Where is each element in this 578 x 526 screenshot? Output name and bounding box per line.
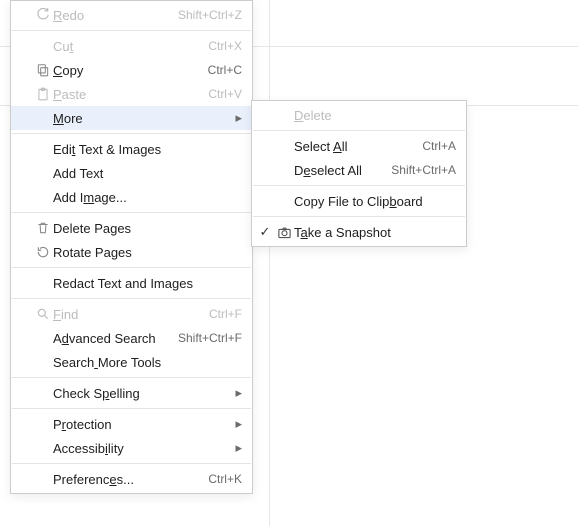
menu-item-delete[interactable]: Delete — [252, 103, 466, 127]
menu-item-label: Delete Pages — [53, 221, 242, 236]
menu-item-take-snapshot[interactable]: ✓ Take a Snapshot — [252, 220, 466, 244]
menu-item-delete-pages[interactable]: Delete Pages — [11, 216, 252, 240]
menu-item-add-image[interactable]: Add Image... — [11, 185, 252, 209]
menu-item-shortcut: Ctrl+F — [209, 307, 242, 321]
menu-item-shortcut: Ctrl+K — [208, 472, 242, 486]
menu-item-shortcut: Ctrl+V — [208, 87, 242, 101]
camera-icon — [274, 223, 294, 241]
check-icon: ✓ — [256, 224, 274, 240]
copy-icon — [33, 61, 53, 79]
menu-item-paste[interactable]: Paste Ctrl+V — [11, 82, 252, 106]
redo-icon — [33, 6, 53, 24]
menu-separator — [253, 216, 465, 217]
menu-item-find[interactable]: Find Ctrl+F — [11, 302, 252, 326]
menu-item-label: Redo — [53, 8, 178, 23]
menu-item-label: Advanced Search — [53, 331, 178, 346]
menu-item-shortcut: Shift+Ctrl+F — [178, 331, 242, 345]
menu-item-redo[interactable]: Redo Shift+Ctrl+Z — [11, 3, 252, 27]
menu-item-preferences[interactable]: Preferences... Ctrl+K — [11, 467, 252, 491]
rotate-icon — [33, 243, 53, 261]
menu-item-redact[interactable]: Redact Text and Images — [11, 271, 252, 295]
menu-item-label: Redact Text and Images — [53, 276, 242, 291]
menu-item-label: Add Image... — [53, 190, 242, 205]
menu-item-cut[interactable]: Cut Ctrl+X — [11, 34, 252, 58]
menu-separator — [12, 267, 251, 268]
menu-item-label: Protection — [53, 417, 232, 432]
trash-icon — [33, 219, 53, 237]
menu-item-deselect-all[interactable]: Deselect All Shift+Ctrl+A — [252, 158, 466, 182]
context-menu-more: Delete Select All Ctrl+A Deselect All Sh… — [251, 100, 467, 247]
paste-icon — [33, 85, 53, 103]
menu-item-rotate-pages[interactable]: Rotate Pages — [11, 240, 252, 264]
menu-item-label: Add Text — [53, 166, 242, 181]
context-menu-main: Redo Shift+Ctrl+Z Cut Ctrl+X Copy Ctrl+C… — [10, 0, 253, 494]
submenu-arrow-icon: ▸ — [232, 440, 242, 456]
menu-item-more[interactable]: More ▸ — [11, 106, 252, 130]
submenu-arrow-icon: ▸ — [232, 416, 242, 432]
submenu-arrow-icon: ▸ — [232, 110, 242, 126]
menu-item-add-text[interactable]: Add Text — [11, 161, 252, 185]
menu-item-advanced-search[interactable]: Advanced Search Shift+Ctrl+F — [11, 326, 252, 350]
menu-item-label: Delete — [294, 108, 456, 123]
menu-separator — [12, 133, 251, 134]
menu-separator — [12, 377, 251, 378]
search-icon — [33, 305, 53, 323]
menu-separator — [12, 463, 251, 464]
menu-item-check-spelling[interactable]: Check Spelling ▸ — [11, 381, 252, 405]
menu-item-shortcut: Ctrl+C — [208, 63, 242, 77]
menu-item-label: Find — [53, 307, 209, 322]
menu-item-label: Copy File to Clipboard — [294, 194, 456, 209]
menu-separator — [12, 408, 251, 409]
menu-item-label: Take a Snapshot — [294, 225, 456, 240]
menu-item-copy[interactable]: Copy Ctrl+C — [11, 58, 252, 82]
menu-separator — [253, 130, 465, 131]
menu-item-label: Accessibility — [53, 441, 232, 456]
menu-item-label: Deselect All — [294, 163, 391, 178]
menu-separator — [12, 30, 251, 31]
menu-item-shortcut: Ctrl+A — [422, 139, 456, 153]
submenu-arrow-icon: ▸ — [232, 385, 242, 401]
menu-item-accessibility[interactable]: Accessibility ▸ — [11, 436, 252, 460]
menu-item-label: Paste — [53, 87, 208, 102]
menu-item-label: Cut — [53, 39, 208, 54]
menu-separator — [253, 185, 465, 186]
menu-item-label: Check Spelling — [53, 386, 232, 401]
menu-separator — [12, 212, 251, 213]
menu-item-search-more-tools[interactable]: Search More Tools — [11, 350, 252, 374]
menu-item-protection[interactable]: Protection ▸ — [11, 412, 252, 436]
menu-item-edit-text-images[interactable]: Edit Text & Images — [11, 137, 252, 161]
menu-item-label: Rotate Pages — [53, 245, 242, 260]
menu-item-select-all[interactable]: Select All Ctrl+A — [252, 134, 466, 158]
menu-item-copy-file-clipboard[interactable]: Copy File to Clipboard — [252, 189, 466, 213]
menu-separator — [12, 298, 251, 299]
menu-item-label: Edit Text & Images — [53, 142, 242, 157]
menu-item-label: Select All — [294, 139, 422, 154]
menu-item-shortcut: Shift+Ctrl+A — [391, 163, 456, 177]
menu-item-label: Preferences... — [53, 472, 208, 487]
menu-item-shortcut: Shift+Ctrl+Z — [178, 8, 242, 22]
menu-item-shortcut: Ctrl+X — [208, 39, 242, 53]
menu-item-label: Search More Tools — [53, 355, 242, 370]
menu-item-label: More — [53, 111, 232, 126]
menu-item-label: Copy — [53, 63, 208, 78]
